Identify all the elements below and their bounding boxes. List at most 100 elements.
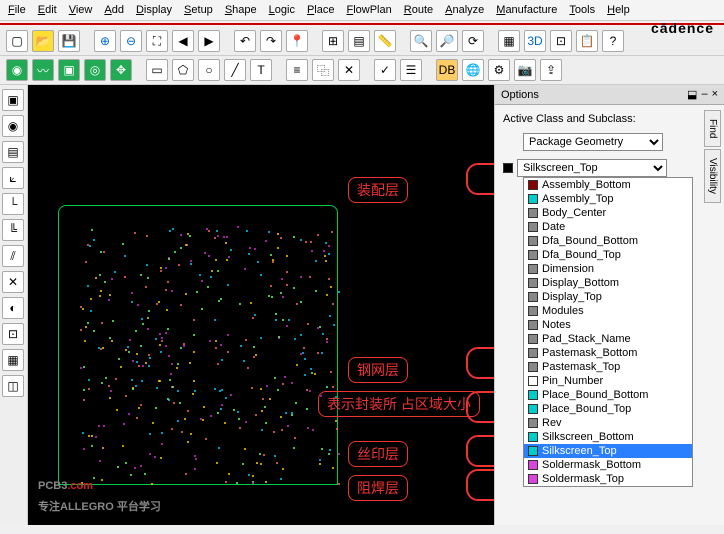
net-icon[interactable]: ⊡ xyxy=(550,30,572,52)
vtool-8[interactable]: ✕ xyxy=(2,271,24,293)
subclass-place_bound_top[interactable]: Place_Bound_Top xyxy=(524,402,692,416)
subclass-silkscreen_bottom[interactable]: Silkscreen_Bottom xyxy=(524,430,692,444)
vtool-1[interactable]: ▣ xyxy=(2,89,24,111)
subclass-pastemask_top[interactable]: Pastemask_Top xyxy=(524,360,692,374)
search-icon[interactable]: 🔍 xyxy=(410,30,432,52)
subclass-modules[interactable]: Modules xyxy=(524,304,692,318)
align-icon[interactable]: ≡ xyxy=(286,59,308,81)
move-icon[interactable]: ✥ xyxy=(110,59,132,81)
menu-setup[interactable]: Setup xyxy=(184,4,213,16)
vtool-12[interactable]: ◫ xyxy=(2,375,24,397)
menu-help[interactable]: Help xyxy=(607,4,630,16)
rect-icon[interactable]: ▭ xyxy=(146,59,168,81)
menu-place[interactable]: Place xyxy=(307,4,335,16)
subclass-dimension[interactable]: Dimension xyxy=(524,262,692,276)
world-icon[interactable]: 🌐 xyxy=(462,59,484,81)
vtool-10[interactable]: ⊡ xyxy=(2,323,24,345)
subclass-display_bottom[interactable]: Display_Bottom xyxy=(524,276,692,290)
pin-icon[interactable]: 📍 xyxy=(286,30,308,52)
subclass-pin_number[interactable]: Pin_Number xyxy=(524,374,692,388)
subclass-dfa_bound_top[interactable]: Dfa_Bound_Top xyxy=(524,248,692,262)
menu-manufacture[interactable]: Manufacture xyxy=(496,4,557,16)
menu-route[interactable]: Route xyxy=(404,4,433,16)
subclass-assembly_bottom[interactable]: Assembly_Bottom xyxy=(524,178,692,192)
subclass-assembly_top[interactable]: Assembly_Top xyxy=(524,192,692,206)
zoom-in-icon[interactable]: ⊕ xyxy=(94,30,116,52)
vtool-6[interactable]: ╚ xyxy=(2,219,24,241)
subclass-date[interactable]: Date xyxy=(524,220,692,234)
gear-icon[interactable]: ⚙ xyxy=(488,59,510,81)
drc-icon[interactable]: ✓ xyxy=(374,59,396,81)
copy-icon[interactable]: ⿻ xyxy=(312,59,334,81)
export-icon[interactable]: ⇪ xyxy=(540,59,562,81)
subclass-display_top[interactable]: Display_Top xyxy=(524,290,692,304)
ruler-icon[interactable]: 📏 xyxy=(374,30,396,52)
subclass-pad_stack_name[interactable]: Pad_Stack_Name xyxy=(524,332,692,346)
text-icon[interactable]: T xyxy=(250,59,272,81)
class-select[interactable]: Package Geometry xyxy=(523,133,663,151)
vtool-11[interactable]: ▦ xyxy=(2,349,24,371)
menu-display[interactable]: Display xyxy=(136,4,172,16)
menu-file[interactable]: File xyxy=(8,4,26,16)
display-icon[interactable]: ▦ xyxy=(498,30,520,52)
sidetab-find[interactable]: Find xyxy=(704,110,721,147)
db-icon[interactable]: DB xyxy=(436,59,458,81)
vtool-3[interactable]: ▤ xyxy=(2,141,24,163)
subclass-silkscreen_top[interactable]: Silkscreen_Top xyxy=(524,444,692,458)
menu-shape[interactable]: Shape xyxy=(225,4,257,16)
subclass-dfa_bound_bottom[interactable]: Dfa_Bound_Bottom xyxy=(524,234,692,248)
menu-edit[interactable]: Edit xyxy=(38,4,57,16)
subclass-rev[interactable]: Rev xyxy=(524,416,692,430)
vtool-7[interactable]: ⫽ xyxy=(2,245,24,267)
zoom-fit-icon[interactable]: ⛶ xyxy=(146,30,168,52)
via-icon[interactable]: ◎ xyxy=(84,59,106,81)
report-icon[interactable]: 📋 xyxy=(576,30,598,52)
color-swatch[interactable] xyxy=(503,163,513,173)
open-icon[interactable]: 📂 xyxy=(32,30,54,52)
subclass-select[interactable]: Silkscreen_Top xyxy=(517,159,667,177)
shape-icon[interactable]: ▣ xyxy=(58,59,80,81)
subclass-notes[interactable]: Notes xyxy=(524,318,692,332)
circle-icon[interactable]: ○ xyxy=(198,59,220,81)
vtool-5[interactable]: └ xyxy=(2,193,24,215)
vtool-9[interactable]: ◐ xyxy=(2,297,24,319)
poly-icon[interactable]: ⬠ xyxy=(172,59,194,81)
zoom-prev-icon[interactable]: ◀ xyxy=(172,30,194,52)
vtool-2[interactable]: ◉ xyxy=(2,115,24,137)
subclass-list[interactable]: Assembly_BottomAssembly_TopBody_CenterDa… xyxy=(523,177,693,487)
pin-panel-icon[interactable]: ⬓ xyxy=(687,88,697,101)
new-icon[interactable]: ▢ xyxy=(6,30,28,52)
redo-icon[interactable]: ↷ xyxy=(260,30,282,52)
menu-analyze[interactable]: Analyze xyxy=(445,4,484,16)
subclass-body_center[interactable]: Body_Center xyxy=(524,206,692,220)
help-icon[interactable]: ? xyxy=(602,30,624,52)
place-icon[interactable]: ◉ xyxy=(6,59,28,81)
subclass-pastemask_bottom[interactable]: Pastemask_Bottom xyxy=(524,346,692,360)
close-panel-icon[interactable]: × xyxy=(712,88,718,101)
3d-icon[interactable]: 3D xyxy=(524,30,546,52)
delete-icon[interactable]: ✕ xyxy=(338,59,360,81)
refresh-icon[interactable]: ⟳ xyxy=(462,30,484,52)
zoom-next-icon[interactable]: ▶ xyxy=(198,30,220,52)
zoom-out-icon[interactable]: ⊖ xyxy=(120,30,142,52)
subclass-soldermask_bottom[interactable]: Soldermask_Bottom xyxy=(524,458,692,472)
menu-add[interactable]: Add xyxy=(104,4,124,16)
vtool-4[interactable]: ⟀ xyxy=(2,167,24,189)
subclass-soldermask_top[interactable]: Soldermask_Top xyxy=(524,472,692,486)
layer-icon[interactable]: ▤ xyxy=(348,30,370,52)
save-icon[interactable]: 💾 xyxy=(58,30,80,52)
camera-icon[interactable]: 📷 xyxy=(514,59,536,81)
subclass-place_bound_bottom[interactable]: Place_Bound_Bottom xyxy=(524,388,692,402)
menu-flowplan[interactable]: FlowPlan xyxy=(346,4,391,16)
zoom-sel-icon[interactable]: 🔎 xyxy=(436,30,458,52)
menu-view[interactable]: View xyxy=(69,4,93,16)
sidetab-visibility[interactable]: Visibility xyxy=(704,149,721,203)
minimize-panel-icon[interactable]: – xyxy=(701,88,707,101)
pcb-canvas[interactable]: 装配层钢网层表示封装所 占区域大小丝印层阻焊层 PCB3.com 专注ALLEG… xyxy=(28,85,494,525)
menu-logic[interactable]: Logic xyxy=(269,4,295,16)
undo-icon[interactable]: ↶ xyxy=(234,30,256,52)
layers-icon[interactable]: ☰ xyxy=(400,59,422,81)
route-icon[interactable]: 〰 xyxy=(32,59,54,81)
menu-tools[interactable]: Tools xyxy=(569,4,595,16)
line-icon[interactable]: ╱ xyxy=(224,59,246,81)
